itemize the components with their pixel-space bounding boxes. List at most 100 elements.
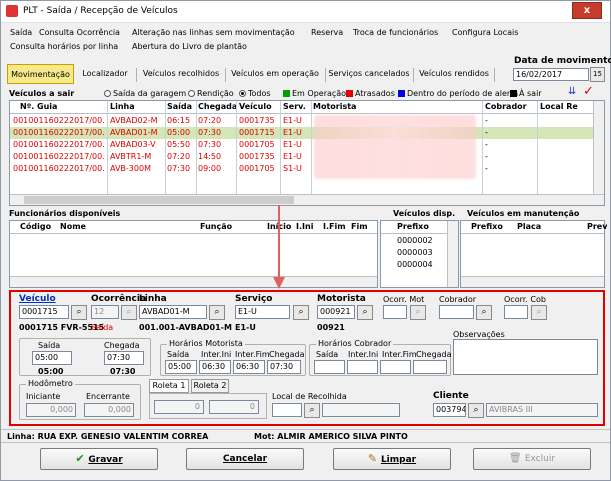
roleta-value-2[interactable]: 0 bbox=[209, 400, 259, 414]
col-placa[interactable]: Placa bbox=[517, 222, 541, 231]
filter-todos[interactable]: Todos bbox=[239, 89, 271, 98]
servico-input[interactable]: E1-U bbox=[235, 305, 290, 319]
ocorr-mot-search-button[interactable]: ⌕ bbox=[410, 305, 426, 320]
hc-inter-fim-input[interactable] bbox=[380, 360, 411, 374]
ocorr-cob-search-button[interactable]: ⌕ bbox=[531, 305, 547, 320]
menu-reserva[interactable]: Reserva bbox=[311, 28, 343, 37]
motorista-input[interactable]: 000921 bbox=[317, 305, 355, 319]
cell-cobrador: - bbox=[485, 128, 488, 137]
veiculo-search-button[interactable]: ⌕ bbox=[71, 305, 87, 320]
menu-consulta-horarios[interactable]: Consulta horários por linha bbox=[10, 42, 118, 51]
cliente-search-button[interactable]: ⌕ bbox=[468, 403, 484, 418]
sort-down-icon[interactable]: ⇊ bbox=[568, 86, 576, 97]
filter-rendicao[interactable]: Rendição bbox=[188, 89, 234, 98]
tab-roleta-1[interactable]: Roleta 1 bbox=[149, 379, 189, 393]
tab-localizador[interactable]: Localizador bbox=[79, 64, 131, 84]
ocorr-mot-input[interactable] bbox=[383, 305, 407, 319]
horizontal-scrollbar[interactable] bbox=[10, 276, 377, 287]
menu-alteracao-linhas[interactable]: Alteração nas linhas sem movimentação bbox=[132, 28, 295, 37]
cell-chegada: 07:30 bbox=[198, 128, 222, 137]
hm-saida-input[interactable]: 05:00 bbox=[165, 360, 197, 374]
col-nome[interactable]: Nome bbox=[60, 222, 86, 231]
vertical-scrollbar[interactable] bbox=[447, 221, 458, 287]
col-i-fim[interactable]: I.Fim bbox=[323, 222, 346, 231]
col-chegada[interactable]: Chegada bbox=[198, 102, 237, 111]
hc-chegada-input[interactable] bbox=[413, 360, 447, 374]
table-row[interactable]: 001001160222017/00... AVBAD02-M 06:15 07:20… bbox=[10, 115, 604, 127]
col-serv[interactable]: Serv. bbox=[283, 102, 306, 111]
hm-inter-ini-label: Inter.Ini bbox=[201, 350, 232, 359]
table-row[interactable]: 001001160222017/00... AVBAD03-V 05:50 07:30… bbox=[10, 139, 604, 151]
cancelar-button[interactable]: Cancelar bbox=[186, 448, 304, 470]
tab-veiculos-recolhidos[interactable]: Veículos recolhidos bbox=[140, 64, 222, 84]
roleta-value-1[interactable]: 0 bbox=[154, 400, 204, 414]
col-i-ini[interactable]: I.Ini bbox=[296, 222, 313, 231]
menu-saida[interactable]: Saída bbox=[10, 28, 32, 37]
scroll-thumb[interactable] bbox=[24, 196, 294, 204]
limpar-button[interactable]: ✎ Limpar bbox=[333, 448, 451, 470]
hm-inter-ini-input[interactable]: 06:30 bbox=[199, 360, 231, 374]
vertical-scrollbar[interactable] bbox=[593, 101, 604, 194]
col-veiculo[interactable]: Veículo bbox=[239, 102, 272, 111]
col-fim[interactable]: Fim bbox=[351, 222, 368, 231]
col-saida[interactable]: Saída bbox=[167, 102, 192, 111]
menu-troca-funcionarios[interactable]: Troca de funcionários bbox=[353, 28, 438, 37]
tab-veiculos-rendidos[interactable]: Veículos rendidos bbox=[417, 64, 491, 84]
table-row[interactable]: 001001160222017/00... AVB-300M 07:30 09:00 0… bbox=[10, 163, 604, 175]
col-cobrador[interactable]: Cobrador bbox=[485, 102, 527, 111]
col-local[interactable]: Local Re bbox=[540, 102, 578, 111]
ocorr-cob-input[interactable] bbox=[504, 305, 528, 319]
gravar-button[interactable]: ✔ Gravar bbox=[40, 448, 158, 470]
col-linha[interactable]: Linha bbox=[110, 102, 135, 111]
col-motorista[interactable]: Motorista bbox=[313, 102, 356, 111]
cobrador-input[interactable] bbox=[439, 305, 474, 319]
linha-search-button[interactable]: ⌕ bbox=[209, 305, 225, 320]
saida-input[interactable]: 05:00 bbox=[32, 351, 72, 365]
horizontal-scrollbar[interactable] bbox=[461, 276, 604, 287]
menu-consulta-ocorrencia[interactable]: Consulta Ocorrência bbox=[39, 28, 120, 37]
excluir-button[interactable]: 🗑 Excluir bbox=[473, 448, 591, 470]
veiculo-input[interactable]: 0001715 bbox=[19, 305, 69, 319]
local-recolhida-search-button[interactable]: ⌕ bbox=[304, 403, 320, 418]
encerrante-input[interactable]: 0,000 bbox=[84, 403, 134, 417]
col-guia[interactable]: Nº. Guia bbox=[20, 102, 57, 111]
check-icon[interactable]: ✓ bbox=[583, 84, 594, 99]
col-funcao[interactable]: Função bbox=[200, 222, 232, 231]
hc-saida-input[interactable] bbox=[314, 360, 345, 374]
table-row[interactable]: 001001160222017/00... AVBAD01-M 05:00 07:30… bbox=[10, 127, 604, 139]
motorista-search-button[interactable]: ⌕ bbox=[357, 305, 373, 320]
hm-chegada-label: Chegada bbox=[269, 350, 305, 359]
col-prev[interactable]: Prev bbox=[587, 222, 607, 231]
filter-saida-garagem[interactable]: Saída da garagem bbox=[104, 89, 186, 98]
cliente-code-input[interactable]: 003794 bbox=[433, 403, 466, 417]
iniciante-input[interactable]: 0,000 bbox=[26, 403, 76, 417]
local-recolhida-input[interactable] bbox=[272, 403, 302, 417]
veiculos-disp-title: Veículos disp. bbox=[393, 209, 456, 218]
close-button[interactable]: x bbox=[572, 2, 602, 19]
tab-veiculos-operacao[interactable]: Veículos em operação bbox=[228, 64, 322, 84]
ocorrencia-input[interactable]: 12 bbox=[91, 305, 119, 319]
chegada-input[interactable]: 07:30 bbox=[104, 351, 144, 365]
col-prefixo[interactable]: Prefixo bbox=[397, 222, 429, 231]
veiculo-disp-item[interactable]: 0000004 bbox=[397, 260, 433, 269]
menu-abertura-livro[interactable]: Abertura do Livro de plantão bbox=[132, 42, 247, 51]
horizontal-scrollbar[interactable] bbox=[10, 194, 604, 205]
veiculo-disp-item[interactable]: 0000003 bbox=[397, 248, 433, 257]
table-row[interactable]: 001001160222017/00... AVBTR1-M 07:20 14:50 0… bbox=[10, 151, 604, 163]
servico-search-button[interactable]: ⌕ bbox=[293, 305, 309, 320]
hm-chegada-input[interactable]: 07:30 bbox=[267, 360, 301, 374]
tab-servicos-cancelados[interactable]: Serviços cancelados bbox=[328, 64, 410, 84]
veiculo-disp-item[interactable]: 0000002 bbox=[397, 236, 433, 245]
col-codigo[interactable]: Código bbox=[20, 222, 51, 231]
cobrador-search-button[interactable]: ⌕ bbox=[476, 305, 492, 320]
cell-chegada: 07:20 bbox=[198, 116, 222, 125]
tab-movimentacao[interactable]: Movimentação bbox=[7, 64, 74, 84]
tab-roleta-2[interactable]: Roleta 2 bbox=[191, 379, 229, 393]
observacoes-input[interactable] bbox=[453, 339, 598, 375]
col-prefixo[interactable]: Prefixo bbox=[471, 222, 503, 231]
ocorrencia-search-button[interactable]: ⌕ bbox=[121, 305, 137, 320]
hc-inter-ini-input[interactable] bbox=[347, 360, 378, 374]
linha-input[interactable]: AVBAD01-M bbox=[139, 305, 207, 319]
menu-configura-locais[interactable]: Configura Locais bbox=[452, 28, 518, 37]
hm-inter-fim-input[interactable]: 06:30 bbox=[233, 360, 265, 374]
